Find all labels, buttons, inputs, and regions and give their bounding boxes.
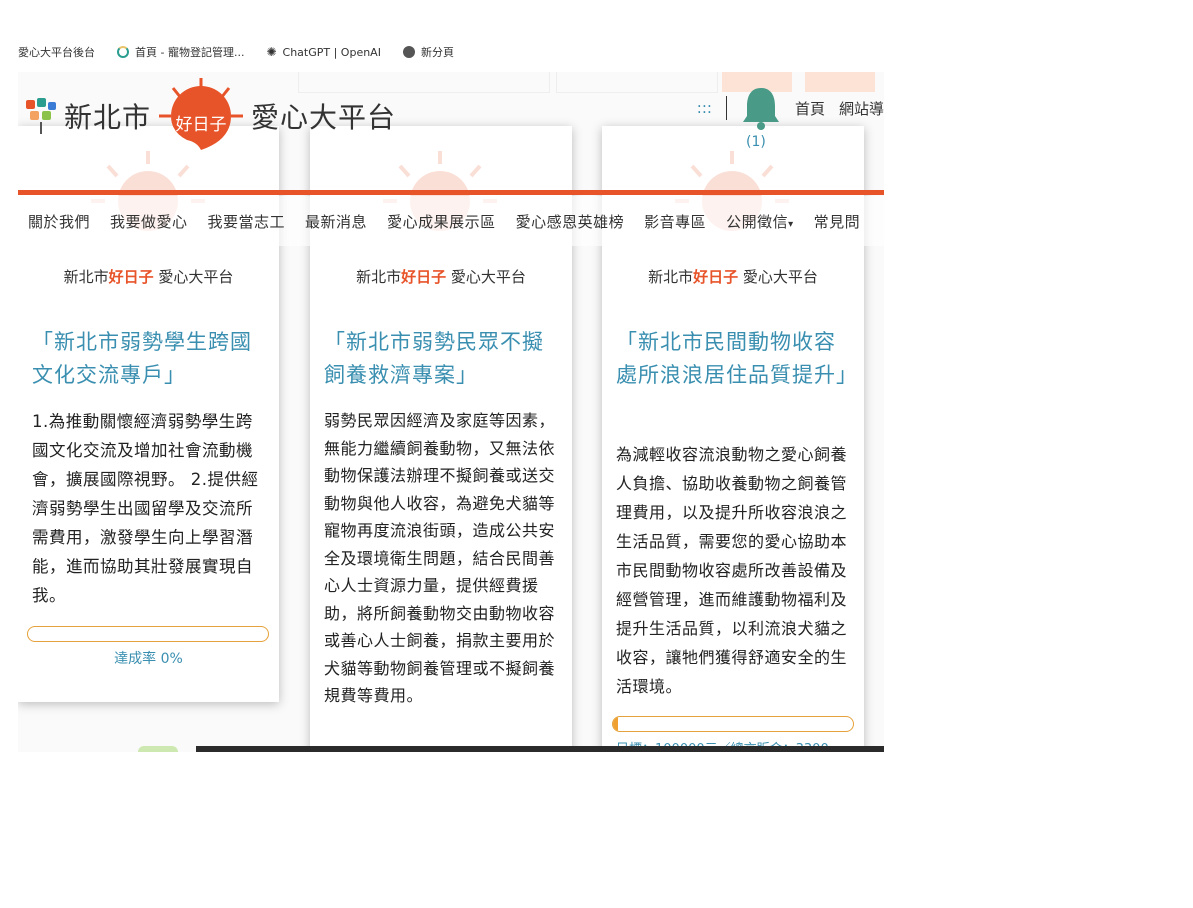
progress-bar bbox=[27, 626, 269, 642]
footer-strip bbox=[196, 746, 884, 752]
bookmark-item[interactable]: 首頁 - 寵物登記管理... bbox=[117, 44, 244, 60]
card-title[interactable]: 「新北市民間動物收容處所浪浪居住品質提升」 bbox=[616, 326, 857, 392]
nav-link-sitemap[interactable]: 網站導 bbox=[839, 98, 884, 119]
nav-item-volunteer[interactable]: 我要當志工 bbox=[198, 211, 296, 232]
bookmark-label: 新分頁 bbox=[420, 46, 454, 59]
gov-icon bbox=[117, 46, 129, 58]
brand-prefix: 新北市 bbox=[356, 268, 402, 286]
brand-suffix: 愛心大平台 bbox=[742, 268, 818, 286]
brand-prefix: 新北市 bbox=[63, 268, 109, 286]
card-description: 1.為推動關懷經濟弱勢學生跨國文化交流及增加社會流動機會，擴展國際視野。 2.提… bbox=[32, 412, 259, 605]
brand-highlight: 好日子 bbox=[108, 268, 154, 286]
achievement-rate: 達成率 0% bbox=[114, 651, 183, 667]
logo-suffix: 愛心大平台 bbox=[251, 101, 397, 134]
card-description: 為減輕收容流浪動物之愛心飼養人負擔、協助收養動物之飼養管理費用，以及提升所收容浪… bbox=[616, 445, 848, 696]
bookmark-label: 首頁 - 寵物登記管理... bbox=[135, 46, 245, 59]
site-logo[interactable]: 新北市 好日子 愛心大平台 bbox=[24, 76, 396, 156]
header-accent-bar bbox=[18, 190, 884, 195]
brand-suffix: 愛心大平台 bbox=[158, 268, 234, 286]
brand-suffix: 愛心大平台 bbox=[450, 268, 526, 286]
logo-sun-emblem: 好日子 bbox=[159, 78, 244, 150]
nav-item-about[interactable]: 關於我們 bbox=[18, 211, 100, 232]
site-header: 新北市 好日子 愛心大平台 ::: 首頁 網站導 (1) bbox=[18, 72, 884, 196]
nav-item-heroes[interactable]: 愛心感恩英雄榜 bbox=[506, 211, 635, 232]
main-nav: 關於我們 我要做愛心 我要當志工 最新消息 愛心成果展示區 愛心感恩英雄榜 影音… bbox=[18, 196, 884, 246]
logo-city: 新北市 bbox=[64, 101, 152, 134]
bookmarks-bar: 愛心大平台後台 首頁 - 寵物登記管理... ✺ ChatGPT | OpenA… bbox=[0, 38, 902, 66]
card-description: 弱勢民眾因經濟及家庭等因素，無能力繼續飼養動物，又無法依動物保護法辦理不擬飼養或… bbox=[324, 411, 556, 705]
bottom-chip bbox=[138, 746, 178, 752]
progress-bar bbox=[612, 716, 854, 732]
header-utility-bar: ::: 首頁 網站導 bbox=[697, 86, 884, 130]
page-viewport: 新北市好日子 愛心大平台 「新北市弱勢學生跨國文化交流專戶」 1.為推動關懷經濟… bbox=[18, 72, 884, 752]
brand-highlight: 好日子 bbox=[693, 268, 739, 286]
notification-count: (1) bbox=[746, 134, 766, 150]
nav-item-faq[interactable]: 常見問 bbox=[804, 211, 871, 232]
bookmark-label: 愛心大平台後台 bbox=[18, 46, 95, 59]
nav-item-news[interactable]: 最新消息 bbox=[295, 211, 377, 232]
card-title[interactable]: 「新北市弱勢民眾不擬飼養救濟專案」 bbox=[324, 326, 562, 392]
progress-fill bbox=[613, 717, 618, 731]
card-brand: 新北市好日子 愛心大平台 bbox=[18, 266, 279, 287]
nav-link-home[interactable]: 首頁 bbox=[795, 98, 825, 119]
logo-badge: 好日子 bbox=[176, 115, 227, 135]
nav-item-public-credit[interactable]: 公開徵信▾ bbox=[716, 211, 804, 232]
bookmark-label: ChatGPT | OpenAI bbox=[282, 45, 381, 59]
card-title[interactable]: 「新北市弱勢學生跨國文化交流專戶」 bbox=[32, 326, 269, 392]
nav-item-media[interactable]: 影音專區 bbox=[634, 211, 716, 232]
bell-icon[interactable] bbox=[741, 86, 781, 130]
bookmark-item[interactable]: ✺ ChatGPT | OpenAI bbox=[266, 45, 381, 59]
divider bbox=[725, 96, 727, 120]
bookmark-item[interactable]: 愛心大平台後台 bbox=[18, 44, 95, 60]
caret-down-icon: ▾ bbox=[788, 218, 794, 230]
globe-icon bbox=[402, 46, 415, 58]
openai-icon: ✺ bbox=[266, 45, 277, 59]
nav-item-results[interactable]: 愛心成果展示區 bbox=[377, 211, 506, 232]
card-brand: 新北市好日子 愛心大平台 bbox=[310, 266, 572, 287]
card-brand: 新北市好日子 愛心大平台 bbox=[602, 266, 864, 287]
bookmark-item[interactable]: 新分頁 bbox=[402, 44, 454, 60]
menu-grid-icon[interactable]: ::: bbox=[697, 99, 712, 117]
nav-item-donate[interactable]: 我要做愛心 bbox=[100, 211, 198, 232]
brand-highlight: 好日子 bbox=[401, 268, 447, 286]
nav-item-label: 公開徵信 bbox=[726, 212, 789, 231]
logo-icon bbox=[26, 98, 56, 134]
brand-prefix: 新北市 bbox=[648, 268, 694, 286]
